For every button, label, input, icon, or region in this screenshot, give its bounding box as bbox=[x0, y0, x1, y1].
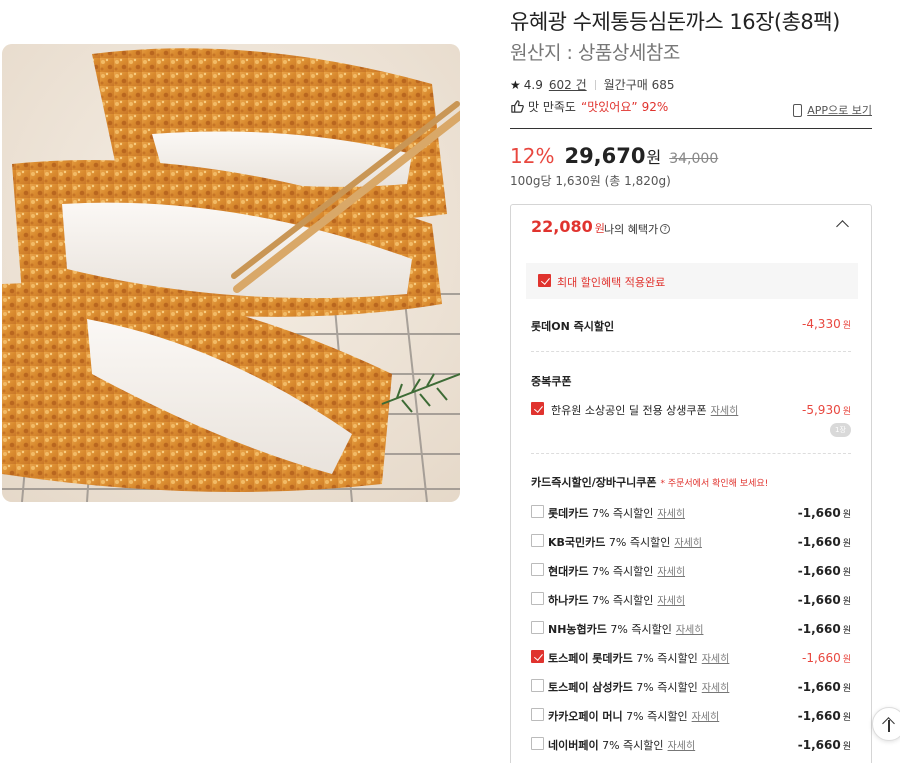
card-discount-amount: -1,660 원 bbox=[797, 709, 851, 723]
monthly-purchases: 월간구매 685 bbox=[603, 78, 675, 92]
benefit-label: 나의 혜택가 ? bbox=[604, 221, 671, 237]
sale-price: 29,670 bbox=[564, 144, 646, 168]
card-detail-link[interactable]: 자세히 bbox=[668, 741, 696, 752]
scroll-to-top-button[interactable] bbox=[872, 707, 900, 741]
chevron-up-icon[interactable] bbox=[836, 220, 849, 233]
card-discount-amount: -1,660 원 bbox=[797, 738, 851, 752]
card-discount-amount: -1,660 원 bbox=[797, 535, 851, 549]
benefit-price: 22,080 원 bbox=[531, 217, 605, 236]
card-checkbox[interactable] bbox=[531, 650, 544, 663]
product-image[interactable] bbox=[2, 44, 460, 502]
card-discount-amount: -1,660 원 bbox=[797, 564, 851, 578]
card-discount-label: 카카오페이 머니 7% 즉시할인 자세히 bbox=[548, 710, 720, 723]
star-icon: ★ bbox=[510, 77, 521, 92]
card-detail-link[interactable]: 자세히 bbox=[657, 596, 685, 607]
coupon-section-title: 중복쿠폰 bbox=[531, 375, 572, 388]
coupon-count-badge: 1장 bbox=[830, 423, 851, 437]
card-discount-amount: -1,660 원 bbox=[802, 651, 851, 665]
card-section-title: 카드즉시할인/장바구니쿠폰 * 주문서에서 확인해 보세요! bbox=[531, 476, 769, 489]
card-discount-amount: -1,660 원 bbox=[797, 593, 851, 607]
unit-price: 100g당 1,630원 (총 1,820g) bbox=[510, 174, 671, 188]
max-discount-applied[interactable]: 최대 할인혜택 적용완료 bbox=[526, 263, 858, 299]
card-discount-label: KB국민카드 7% 즉시할인 자세히 bbox=[548, 536, 702, 549]
taste-quote: “맛있어요” bbox=[580, 100, 638, 114]
divider bbox=[510, 128, 872, 129]
rating-score: 4.9 bbox=[523, 77, 543, 92]
coupon-amount: -5,930 원 bbox=[802, 403, 851, 417]
card-detail-link[interactable]: 자세히 bbox=[702, 683, 730, 694]
coupon-detail-link[interactable]: 자세히 bbox=[711, 406, 739, 417]
card-checkbox[interactable] bbox=[531, 505, 544, 518]
card-discount-label: 현대카드 7% 즉시할인 자세히 bbox=[548, 565, 686, 578]
divider bbox=[594, 79, 596, 90]
question-icon[interactable]: ? bbox=[660, 224, 671, 234]
card-detail-link[interactable]: 자세히 bbox=[657, 567, 685, 578]
review-count-link[interactable]: 602 건 bbox=[549, 76, 587, 93]
card-checkbox[interactable] bbox=[531, 534, 544, 547]
currency-unit: 원 bbox=[646, 148, 662, 167]
coupon-label: 한유원 소상공인 딜 전용 상생쿠폰 자세히 bbox=[551, 404, 739, 417]
divider bbox=[531, 351, 851, 352]
card-checkbox[interactable] bbox=[531, 592, 544, 605]
card-detail-link[interactable]: 자세히 bbox=[657, 509, 685, 520]
benefit-header[interactable]: 22,080 원 나의 혜택가 ? bbox=[511, 205, 871, 249]
card-checkbox[interactable] bbox=[531, 563, 544, 576]
app-view-link[interactable]: APP으로 보기 bbox=[793, 102, 872, 118]
product-info: 유혜광 수제통등심돈까스 16장(총8팩) 원산지 : 상품상세참조 ★ 4.9… bbox=[510, 0, 900, 763]
instant-discount-amount: -4,330 원 bbox=[802, 317, 851, 331]
card-discount-label: NH농협카드 7% 즉시할인 자세히 bbox=[548, 623, 704, 636]
card-checkbox[interactable] bbox=[531, 708, 544, 721]
price-row: 12% 29,670 원 34,000 bbox=[510, 144, 718, 168]
card-discount-label: 네이버페이 7% 즉시할인 자세히 bbox=[548, 739, 696, 752]
card-checkbox[interactable] bbox=[531, 679, 544, 692]
rating-row: ★ 4.9 602 건 월간구매 685 bbox=[510, 76, 675, 93]
card-discount-label: 롯데카드 7% 즉시할인 자세히 bbox=[548, 507, 686, 520]
card-discount-amount: -1,660 원 bbox=[797, 506, 851, 520]
taste-satisfaction: 맛 만족도 “맛있어요” 92% bbox=[510, 98, 668, 115]
card-detail-link[interactable]: 자세히 bbox=[692, 712, 720, 723]
card-detail-link[interactable]: 자세히 bbox=[674, 538, 702, 549]
max-discount-label: 최대 할인혜택 적용완료 bbox=[557, 276, 666, 289]
product-origin: 원산지 : 상품상세참조 bbox=[510, 42, 680, 64]
card-detail-link[interactable]: 자세히 bbox=[702, 654, 730, 665]
discount-rate: 12% bbox=[510, 144, 555, 168]
max-discount-checkbox[interactable] bbox=[538, 274, 551, 287]
taste-percent: 92% bbox=[641, 99, 669, 114]
card-discount-amount: -1,660 원 bbox=[797, 680, 851, 694]
instant-discount-label: 롯데ON 즉시할인 bbox=[531, 320, 615, 333]
card-discount-label: 토스페이 롯데카드 7% 즉시할인 자세히 bbox=[548, 652, 730, 665]
original-price: 34,000 bbox=[669, 151, 719, 167]
coupon-checkbox[interactable] bbox=[531, 402, 544, 415]
product-title: 유혜광 수제통등심돈까스 16장(총8팩) bbox=[510, 10, 840, 34]
card-checkbox[interactable] bbox=[531, 621, 544, 634]
mobile-phone-icon bbox=[793, 103, 803, 117]
card-detail-link[interactable]: 자세히 bbox=[676, 625, 704, 636]
app-view-label: APP으로 보기 bbox=[807, 104, 872, 117]
card-discount-label: 토스페이 삼성카드 7% 즉시할인 자세히 bbox=[548, 681, 730, 694]
benefit-price-value: 22,080 bbox=[531, 217, 593, 236]
card-discount-amount: -1,660 원 bbox=[797, 622, 851, 636]
card-section-note: * 주문서에서 확인해 보세요! bbox=[660, 479, 769, 489]
card-discount-label: 하나카드 7% 즉시할인 자세히 bbox=[548, 594, 686, 607]
divider bbox=[531, 453, 851, 454]
card-checkbox[interactable] bbox=[531, 737, 544, 750]
taste-label: 맛 만족도 bbox=[528, 100, 576, 114]
thumbs-up-icon bbox=[511, 100, 524, 113]
benefit-label-text: 나의 혜택가 bbox=[604, 223, 659, 236]
benefit-panel: 22,080 원 나의 혜택가 ? 최대 할인혜택 적용완료 롯데ON 즉시할인 … bbox=[510, 204, 872, 763]
